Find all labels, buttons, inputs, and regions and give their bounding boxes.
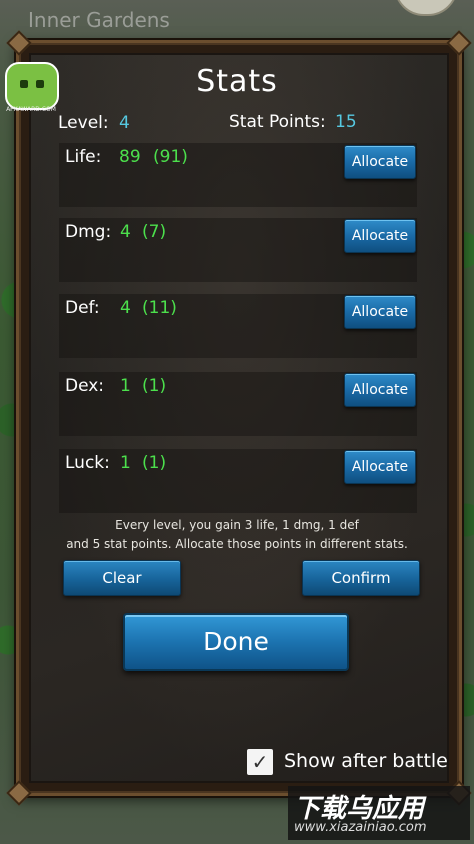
hint-line-2: and 5 stat points. Allocate those points… xyxy=(66,537,408,551)
stat-row-luck: Luck: 1 (1) Allocate xyxy=(59,449,417,513)
level-up-hint: Every level, you gain 3 life, 1 dmg, 1 d… xyxy=(0,516,474,554)
allocate-life-button[interactable]: Allocate xyxy=(344,145,416,179)
hint-line-1: Every level, you gain 3 life, 1 dmg, 1 d… xyxy=(115,518,359,532)
stat-name: Dmg: xyxy=(65,222,112,242)
done-button[interactable]: Done xyxy=(123,613,349,671)
allocate-luck-button[interactable]: Allocate xyxy=(344,450,416,484)
page-title: Stats xyxy=(196,64,278,99)
stat-value: 1 xyxy=(120,376,131,396)
confirm-button[interactable]: Confirm xyxy=(302,560,420,596)
stat-points-label: Stat Points: xyxy=(229,112,326,132)
stat-value: 89 xyxy=(119,147,141,167)
stat-row-dex: Dex: 1 (1) Allocate xyxy=(59,372,417,436)
level-label: Level: xyxy=(58,113,109,133)
stat-max: (7) xyxy=(142,222,167,242)
zone-title: Inner Gardens xyxy=(28,8,170,32)
stat-max: (1) xyxy=(142,376,167,396)
stat-points-value: 15 xyxy=(335,112,357,132)
stat-value: 1 xyxy=(120,453,131,473)
watermark-url: www.xiazainiao.com xyxy=(294,820,427,835)
stat-value: 4 xyxy=(120,222,131,242)
show-after-battle-checkbox[interactable]: ✓ xyxy=(247,749,273,775)
stat-row-life: Life: 89 (91) Allocate xyxy=(59,143,417,207)
badge-text: APKAWARD.COM xyxy=(6,106,56,113)
stat-max: (91) xyxy=(153,147,188,167)
allocate-dmg-button[interactable]: Allocate xyxy=(344,219,416,253)
stat-max: (1) xyxy=(142,453,167,473)
stat-name: Life: xyxy=(65,147,102,167)
level-value: 4 xyxy=(119,113,130,133)
stat-row-def: Def: 4 (11) Allocate xyxy=(59,294,417,358)
clear-button[interactable]: Clear xyxy=(63,560,181,596)
watermark: 下载乌应用 www.xiazainiao.com xyxy=(288,786,470,840)
stat-value: 4 xyxy=(120,298,131,318)
stat-max: (11) xyxy=(142,298,177,318)
stat-name: Dex: xyxy=(65,376,105,396)
stat-name: Luck: xyxy=(65,453,110,473)
stat-row-dmg: Dmg: 4 (7) Allocate xyxy=(59,218,417,282)
allocate-dex-button[interactable]: Allocate xyxy=(344,373,416,407)
show-after-battle-label: Show after battle xyxy=(284,750,448,772)
stat-name: Def: xyxy=(65,298,100,318)
allocate-def-button[interactable]: Allocate xyxy=(344,295,416,329)
